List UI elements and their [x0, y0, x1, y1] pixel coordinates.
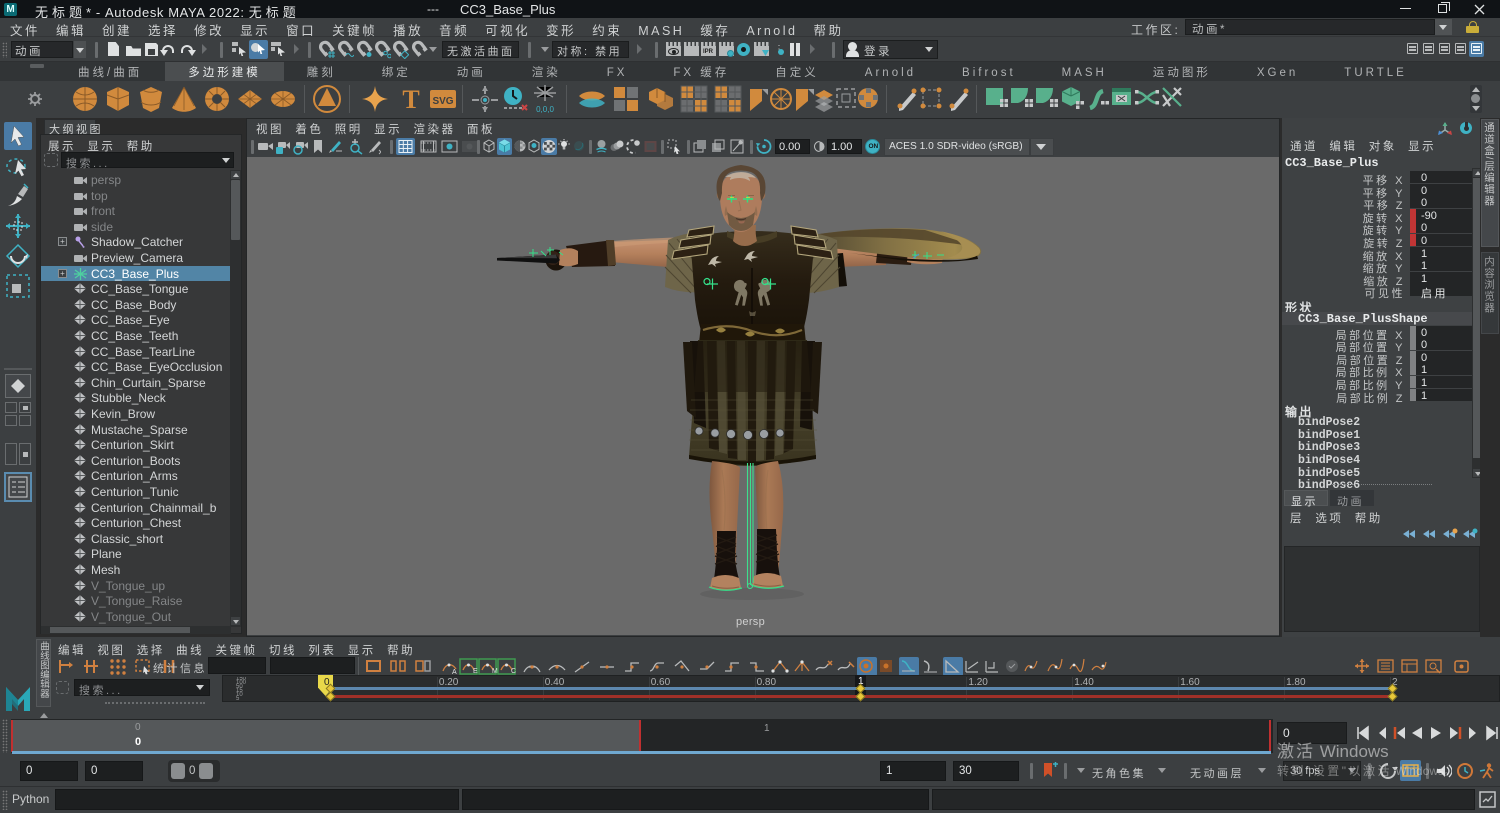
svg-text:C: C: [511, 668, 516, 675]
svg-text:T: T: [402, 85, 419, 114]
svg-text:0,0,0: 0,0,0: [536, 105, 554, 114]
svg-text:SVG: SVG: [432, 96, 453, 107]
